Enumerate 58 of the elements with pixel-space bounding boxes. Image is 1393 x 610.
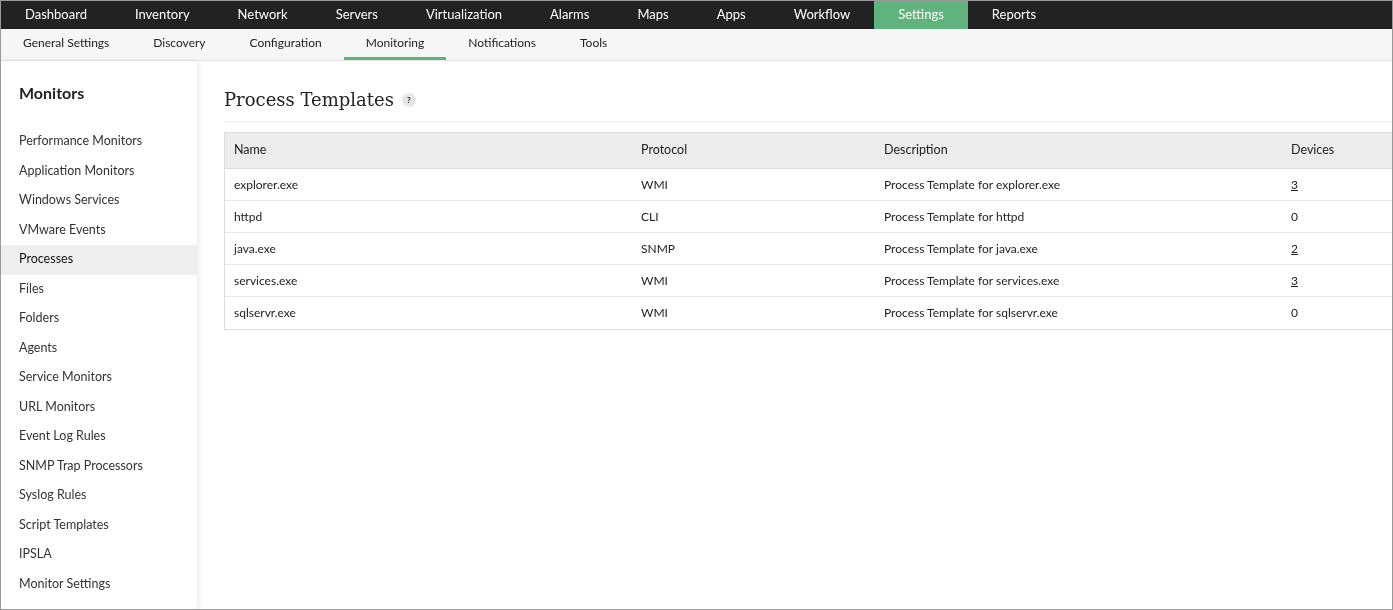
sidebar-item[interactable]: Processes [1, 245, 197, 275]
sidebar-item[interactable]: Script Templates [1, 510, 197, 540]
table-cell: Process Template for httpd [884, 208, 1025, 224]
sidebar-title: Monitors [18, 82, 86, 104]
sub-nav-tab[interactable]: Configuration [227, 29, 344, 60]
nav-tab[interactable]: Maps [613, 1, 693, 29]
nav-tab[interactable]: Inventory [110, 1, 214, 29]
table-cell: Process Template for sqlservr.exe [884, 305, 1058, 320]
sub-nav-tab[interactable]: Discovery [131, 29, 228, 60]
table-cell: sqlservr.exe [234, 305, 296, 320]
column-header: Description [884, 142, 948, 158]
sidebar-item[interactable]: Syslog Rules [1, 481, 197, 511]
sidebar-item[interactable]: URL Monitors [1, 392, 197, 422]
help-icon[interactable]: ? [401, 92, 416, 107]
table-cell: 0 [1291, 208, 1298, 224]
table-cell: WMI [641, 176, 668, 192]
sub-nav-tab[interactable]: Notifications [446, 29, 558, 60]
sidebar-item[interactable]: Folders [1, 304, 197, 334]
sidebar-item[interactable]: IPSLA [1, 540, 197, 570]
column-header: Devices [1291, 142, 1335, 158]
table-cell: 0 [1291, 305, 1298, 320]
sidebar-item[interactable]: Windows Services [1, 186, 197, 216]
device-count-link[interactable]: 3 [1291, 272, 1298, 288]
table-cell: SNMP [641, 240, 676, 256]
table-cell: WMI [641, 272, 668, 288]
table-cell: Process Template for java.exe [884, 240, 1038, 256]
sidebar-item[interactable]: Performance Monitors [1, 127, 197, 157]
nav-tab[interactable]: Reports [967, 1, 1061, 29]
table-cell: java.exe [234, 240, 276, 256]
sidebar-item[interactable]: Service Monitors [1, 363, 197, 393]
nav-tab[interactable]: Network [213, 1, 312, 29]
sidebar-item[interactable]: VMware Events [1, 215, 197, 245]
sub-nav-tab[interactable]: General Settings [1, 29, 132, 60]
table-cell: Process Template for explorer.exe [884, 176, 1061, 192]
table-cell: CLI [641, 208, 659, 224]
page-title: Process Templates [224, 88, 394, 112]
column-header: Name [234, 142, 267, 158]
sidebar-item[interactable]: Files [1, 274, 197, 304]
table-cell: WMI [641, 305, 668, 320]
table-cell: Process Template for services.exe [884, 272, 1060, 288]
table-cell: httpd [234, 208, 263, 224]
nav-tab[interactable]: Virtualization [401, 1, 527, 29]
table-cell: explorer.exe [234, 176, 299, 192]
nav-tab[interactable]: Dashboard [1, 1, 111, 29]
device-count-link[interactable]: 3 [1291, 176, 1298, 192]
nav-tab[interactable]: Apps [692, 1, 770, 29]
sub-nav-tab[interactable]: Tools [557, 29, 630, 60]
device-count-link[interactable]: 2 [1291, 240, 1298, 256]
nav-tab[interactable]: Servers [311, 1, 402, 29]
sidebar-item[interactable]: Event Log Rules [1, 422, 197, 452]
nav-tab[interactable]: Workflow [769, 1, 875, 29]
sidebar-item[interactable]: Monitor Settings [1, 569, 197, 599]
sidebar-item[interactable]: Agents [1, 333, 197, 363]
nav-tab[interactable]: Alarms [526, 1, 614, 29]
sidebar-item[interactable]: Application Monitors [1, 156, 197, 186]
table-cell: services.exe [234, 272, 298, 288]
column-header: Protocol [641, 142, 688, 158]
sidebar-item[interactable]: SNMP Trap Processors [1, 451, 197, 481]
